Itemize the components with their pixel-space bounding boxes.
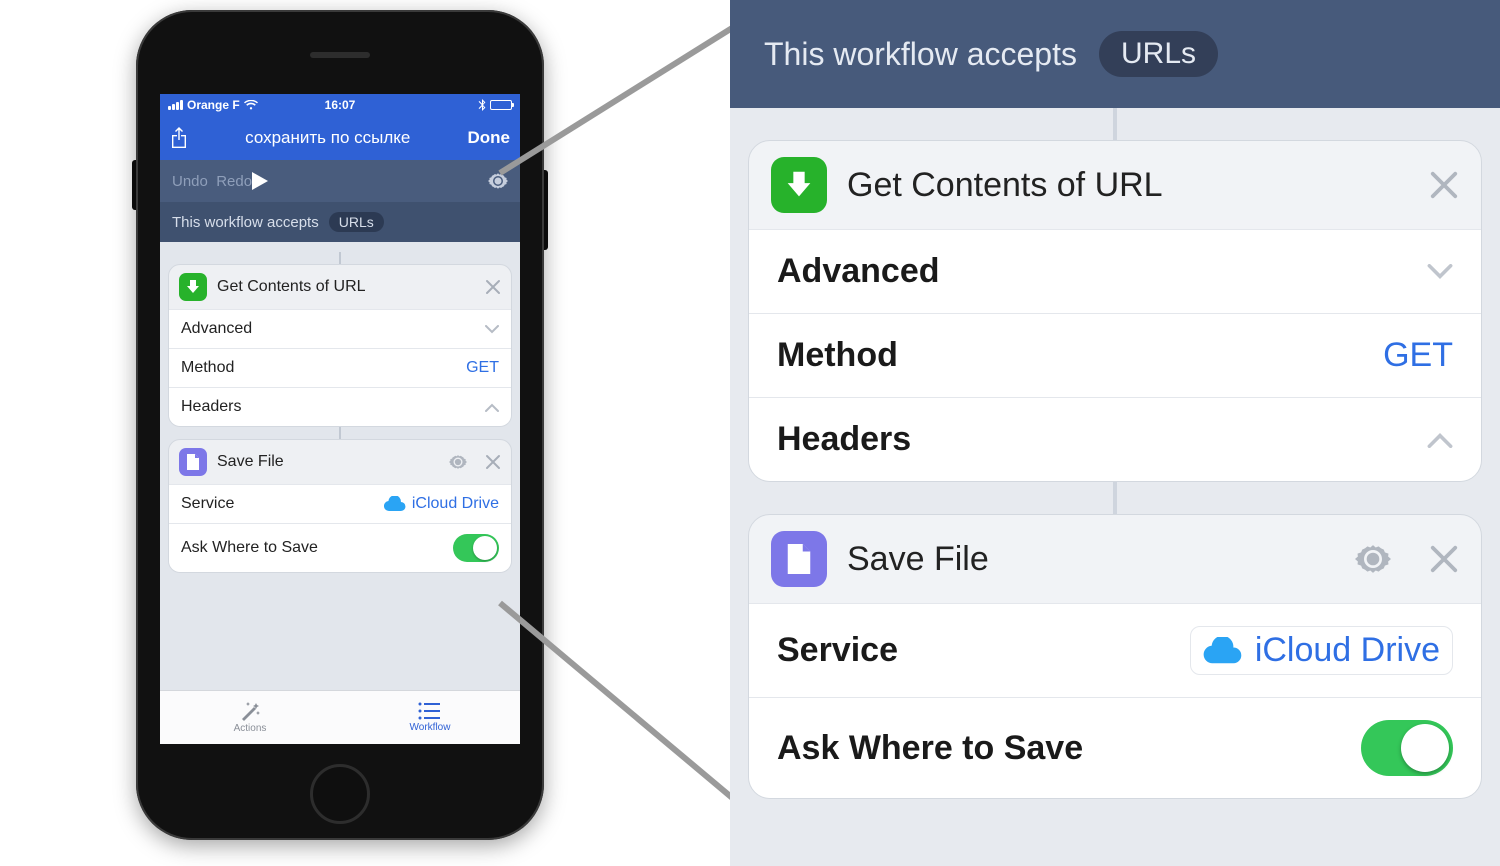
tab-label: Workflow bbox=[410, 722, 451, 733]
action-card-save-file[interactable]: Save File Service iCloud Drive bbox=[748, 514, 1482, 799]
action-title: Get Contents of URL bbox=[847, 166, 1409, 205]
signal-icon bbox=[168, 100, 183, 110]
connector-line bbox=[339, 252, 341, 264]
ask-where-row: Ask Where to Save bbox=[169, 523, 511, 572]
delete-action-button[interactable] bbox=[485, 454, 501, 470]
accepts-label: This workflow accepts bbox=[172, 214, 319, 231]
action-card-get-url[interactable]: Get Contents of URL Advanced Method GET bbox=[168, 264, 512, 427]
headers-label: Headers bbox=[181, 398, 241, 416]
undo-button[interactable]: Undo bbox=[172, 173, 208, 190]
status-bar: Orange F 16:07 bbox=[160, 94, 520, 116]
action-title: Get Contents of URL bbox=[217, 278, 475, 296]
gear-icon bbox=[1355, 541, 1391, 577]
phone-screen: Orange F 16:07 сохранить по ссылке Done bbox=[160, 94, 520, 744]
delete-action-button[interactable] bbox=[485, 279, 501, 295]
close-icon bbox=[485, 279, 501, 295]
bottom-tab-bar: Actions Workflow bbox=[160, 690, 520, 744]
accepts-label: This workflow accepts bbox=[764, 36, 1077, 73]
home-button[interactable] bbox=[310, 764, 370, 824]
action-title: Save File bbox=[847, 540, 1335, 579]
tab-label: Actions bbox=[234, 723, 267, 734]
ask-where-toggle[interactable] bbox=[453, 534, 499, 562]
action-settings-button[interactable] bbox=[449, 453, 467, 471]
ask-where-row: Ask Where to Save bbox=[749, 697, 1481, 798]
method-value: GET bbox=[1383, 336, 1453, 375]
chevron-up-icon bbox=[485, 403, 499, 412]
file-icon bbox=[771, 531, 827, 587]
close-icon bbox=[1429, 544, 1459, 574]
advanced-row[interactable]: Advanced bbox=[169, 309, 511, 348]
workflow-canvas: Get Contents of URL Advanced Method GET bbox=[160, 242, 520, 690]
workflow-accepts-bar[interactable]: This workflow accepts URLs bbox=[730, 0, 1500, 108]
bluetooth-icon bbox=[478, 99, 486, 111]
service-row[interactable]: Service iCloud Drive bbox=[169, 484, 511, 523]
run-button[interactable] bbox=[252, 172, 488, 190]
delete-action-button[interactable] bbox=[1429, 170, 1459, 200]
battery-icon bbox=[490, 100, 512, 110]
tab-actions[interactable]: Actions bbox=[160, 691, 340, 744]
share-button[interactable] bbox=[170, 127, 188, 149]
accepts-type-pill: URLs bbox=[1099, 31, 1218, 77]
chevron-down-icon bbox=[1427, 264, 1453, 280]
action-card-get-url[interactable]: Get Contents of URL Advanced Method GET … bbox=[748, 140, 1482, 482]
close-icon bbox=[1429, 170, 1459, 200]
nav-bar: сохранить по ссылке Done bbox=[160, 116, 520, 160]
method-row[interactable]: Method GET bbox=[169, 348, 511, 387]
gear-icon bbox=[488, 171, 508, 191]
advanced-label: Advanced bbox=[777, 252, 940, 291]
share-icon bbox=[170, 127, 188, 149]
action-settings-button[interactable] bbox=[1355, 541, 1391, 577]
file-icon bbox=[179, 448, 207, 476]
connector-line bbox=[339, 427, 341, 439]
service-row[interactable]: Service iCloud Drive bbox=[749, 603, 1481, 697]
wifi-icon bbox=[244, 100, 258, 110]
advanced-row[interactable]: Advanced bbox=[749, 229, 1481, 313]
download-icon bbox=[179, 273, 207, 301]
phone-speaker bbox=[310, 52, 370, 58]
connector-line bbox=[1113, 482, 1117, 514]
connector-line bbox=[1113, 108, 1117, 140]
done-button[interactable]: Done bbox=[468, 128, 511, 148]
service-label: Service bbox=[777, 631, 898, 670]
close-icon bbox=[485, 454, 501, 470]
delete-action-button[interactable] bbox=[1429, 544, 1459, 574]
gear-icon bbox=[449, 453, 467, 471]
settings-button[interactable] bbox=[488, 171, 508, 191]
workflow-accepts-bar[interactable]: This workflow accepts URLs bbox=[160, 202, 520, 242]
action-card-save-file[interactable]: Save File Service bbox=[168, 439, 512, 573]
service-value: iCloud Drive bbox=[412, 495, 499, 513]
headers-row[interactable]: Headers bbox=[169, 387, 511, 426]
zoom-panel: This workflow accepts URLs Get Contents … bbox=[730, 0, 1500, 866]
download-icon bbox=[771, 157, 827, 213]
advanced-label: Advanced bbox=[181, 320, 252, 338]
workflow-title: сохранить по ссылке bbox=[245, 128, 410, 148]
tab-workflow[interactable]: Workflow bbox=[340, 691, 520, 744]
phone-frame: Orange F 16:07 сохранить по ссылке Done bbox=[136, 10, 544, 840]
icloud-icon bbox=[384, 496, 406, 512]
play-icon bbox=[252, 172, 268, 190]
icloud-icon bbox=[1203, 637, 1243, 665]
wand-icon bbox=[238, 701, 262, 721]
ask-where-label: Ask Where to Save bbox=[777, 729, 1083, 768]
accepts-type-pill: URLs bbox=[329, 212, 384, 232]
method-value: GET bbox=[466, 359, 499, 377]
method-row[interactable]: Method GET bbox=[749, 313, 1481, 397]
chevron-up-icon bbox=[1427, 432, 1453, 448]
service-label: Service bbox=[181, 495, 234, 513]
redo-button[interactable]: Redo bbox=[216, 173, 252, 190]
ask-where-toggle[interactable] bbox=[1361, 720, 1453, 776]
service-value: iCloud Drive bbox=[1255, 631, 1440, 670]
list-icon bbox=[418, 702, 442, 720]
editor-toolbar: Undo Redo bbox=[160, 160, 520, 202]
headers-label: Headers bbox=[777, 420, 911, 459]
method-label: Method bbox=[181, 359, 234, 377]
ask-where-label: Ask Where to Save bbox=[181, 539, 318, 557]
clock: 16:07 bbox=[325, 98, 356, 112]
action-title: Save File bbox=[217, 453, 439, 471]
carrier-label: Orange F bbox=[187, 98, 240, 112]
chevron-down-icon bbox=[485, 325, 499, 334]
method-label: Method bbox=[777, 336, 898, 375]
headers-row[interactable]: Headers bbox=[749, 397, 1481, 481]
